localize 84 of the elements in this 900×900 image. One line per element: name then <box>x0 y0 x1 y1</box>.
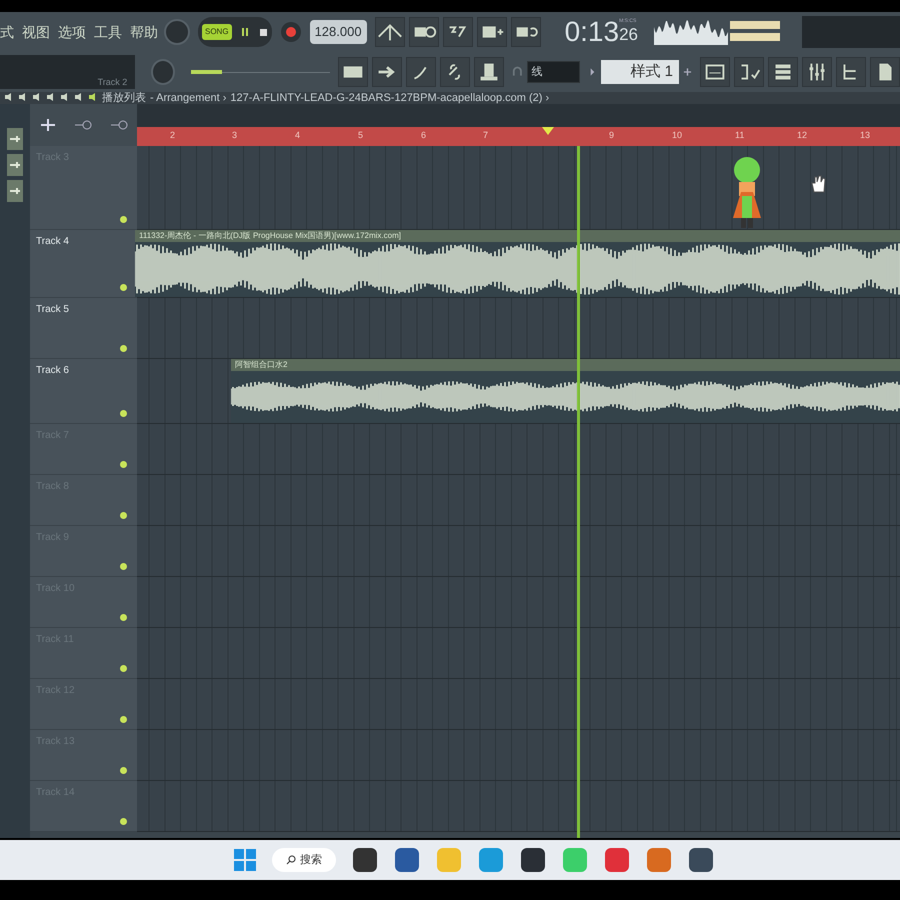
hint-text: Track 2 <box>98 76 128 88</box>
track-led[interactable] <box>120 665 127 672</box>
bar-number: 3 <box>232 129 238 142</box>
bar-number: 2 <box>170 129 176 142</box>
menu-item[interactable]: 视图 <box>22 22 50 42</box>
toggle-icon[interactable] <box>110 120 128 130</box>
track-led[interactable] <box>120 461 127 468</box>
task-view-icon[interactable] <box>352 847 378 873</box>
track-header[interactable]: Track 5 <box>30 298 137 359</box>
stop-icon[interactable] <box>258 27 268 37</box>
hand-cursor-icon <box>810 174 826 194</box>
track-name: Track 5 <box>35 303 70 317</box>
plugin-button[interactable] <box>7 128 23 150</box>
bar-number: 10 <box>672 129 682 142</box>
stamp-icon[interactable] <box>474 57 504 87</box>
start-icon[interactable] <box>234 849 256 871</box>
browser-icon[interactable] <box>478 847 504 873</box>
tree-icon[interactable] <box>836 57 866 87</box>
tempo-display[interactable]: 128.000 <box>310 20 367 44</box>
track-name: Track 4 <box>35 235 70 249</box>
track-header[interactable]: Track 4 <box>30 230 137 298</box>
bar-number: 11 <box>735 129 744 142</box>
bar-number: 6 <box>421 129 426 142</box>
search-icon <box>286 855 296 865</box>
browser-list-icon[interactable] <box>768 57 798 87</box>
track-led[interactable] <box>120 216 127 223</box>
time-display: 0:13 <box>564 18 620 46</box>
store-icon[interactable] <box>394 847 420 873</box>
track-led[interactable] <box>120 563 127 570</box>
track-led[interactable] <box>120 614 127 621</box>
menu-item[interactable]: 式 <box>0 22 14 42</box>
track-led[interactable] <box>120 512 127 519</box>
window-title: 播放列表 <box>102 92 146 104</box>
song-mode-button[interactable]: SONG <box>202 24 232 40</box>
track-led[interactable] <box>120 818 127 825</box>
pen-icon[interactable] <box>406 57 436 87</box>
breadcrumb-item[interactable]: - Arrangement › <box>150 92 226 104</box>
toggle-icon[interactable] <box>74 120 92 130</box>
menu-item[interactable]: 选项 <box>58 22 86 42</box>
fruit-app-icon[interactable] <box>646 847 672 873</box>
pause-icon[interactable] <box>240 27 250 37</box>
mixer-icon[interactable] <box>802 57 832 87</box>
move-icon[interactable] <box>38 118 57 132</box>
blend-notes-icon[interactable] <box>510 17 541 47</box>
plus-icon[interactable] <box>683 67 692 77</box>
step-edit-icon[interactable] <box>476 17 507 47</box>
track-led[interactable] <box>120 767 127 774</box>
record-button[interactable] <box>280 21 302 43</box>
menu-item[interactable]: 帮助 <box>130 22 158 42</box>
bar-number: 7 <box>483 129 488 142</box>
bar-number: 5 <box>358 129 364 142</box>
loop-record-icon[interactable] <box>408 17 439 47</box>
plugin-button[interactable] <box>7 154 23 176</box>
track-led[interactable] <box>120 284 127 291</box>
metronome-icon[interactable] <box>374 17 405 47</box>
bar-number: 13 <box>860 129 870 142</box>
app-icon[interactable] <box>520 847 546 873</box>
pattern-selector[interactable]: 样式 1 <box>600 60 680 84</box>
countdown-icon[interactable] <box>442 17 473 47</box>
piano-icon[interactable] <box>338 57 368 87</box>
search-field[interactable]: 搜索 <box>272 848 336 872</box>
timeline-ruler[interactable]: 2 3 4 5 6 7 9 10 11 12 13 <box>137 127 900 146</box>
snap-dropdown[interactable]: 线 <box>526 61 580 83</box>
track-led[interactable] <box>120 345 127 352</box>
track-led[interactable] <box>120 410 127 417</box>
track-led[interactable] <box>120 716 127 723</box>
breadcrumb-item[interactable]: 127-A-FLINTY-LEAD-G-24BARS-127BPM-acapellaloop.com (2) › <box>230 92 550 104</box>
music-app-icon[interactable] <box>604 847 630 873</box>
link-icon[interactable] <box>440 57 470 87</box>
clip-title: 111332-周杰伦 - 一路向北(DJ版 ProgHouse Mix国语男)[www.172mix.com] <box>135 230 900 242</box>
track-name: Track 6 <box>35 364 70 378</box>
app-icon[interactable] <box>688 847 714 873</box>
bar-number: 12 <box>797 129 808 142</box>
playlist-icon[interactable] <box>700 57 730 87</box>
clip-title: 阿智组合口水2 <box>231 359 900 371</box>
document-icon[interactable] <box>870 57 900 87</box>
bar-number: 4 <box>295 129 300 142</box>
menu-item[interactable]: 工具 <box>94 22 122 42</box>
plugin-button[interactable] <box>7 180 23 202</box>
channel-rack-icon[interactable] <box>734 57 764 87</box>
centiseconds: 26 <box>619 26 638 42</box>
bar-number: 9 <box>609 129 614 142</box>
search-label: 搜索 <box>300 852 322 868</box>
track-header[interactable]: Track 6 <box>30 359 137 424</box>
